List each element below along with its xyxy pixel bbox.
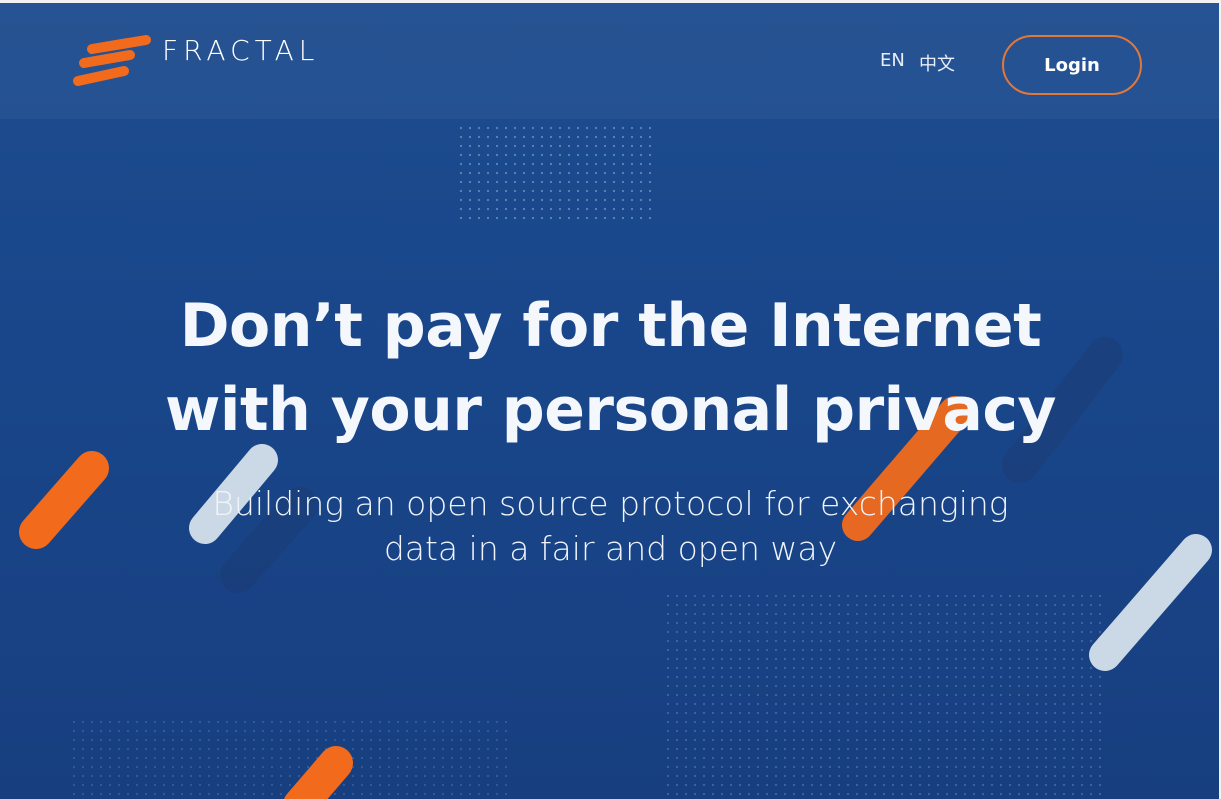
landing-page: FRACTAL EN 中文 Login Don’t pay for the In… [0,0,1221,799]
hero-title-line-2: with your personal privacy [164,375,1057,445]
fractal-logo-icon [73,35,151,86]
dot-grid-right [666,588,1106,799]
dot-grid-bottom-left [70,720,510,799]
stripe-orange-bottom [284,746,353,799]
brand-name: FRACTAL [162,33,320,67]
fractal-logo[interactable]: FRACTAL [72,20,319,90]
top-navbar: FRACTAL EN 中文 Login [0,3,1221,119]
hero-subtitle-line-2: data in a fair and open way [383,529,838,568]
dot-grid-top [458,122,656,220]
hero-title-line-1: Don’t pay for the Internet [179,291,1042,361]
hero-subtitle: Building an open source protocol for exc… [0,481,1221,571]
hero-title: Don’t pay for the Internet with your per… [0,284,1221,452]
login-button[interactable]: Login [1002,35,1142,95]
language-en-link[interactable]: EN [880,50,905,71]
language-zh-link[interactable]: 中文 [919,50,955,76]
hero-subtitle-line-1: Building an open source protocol for exc… [212,484,1009,523]
